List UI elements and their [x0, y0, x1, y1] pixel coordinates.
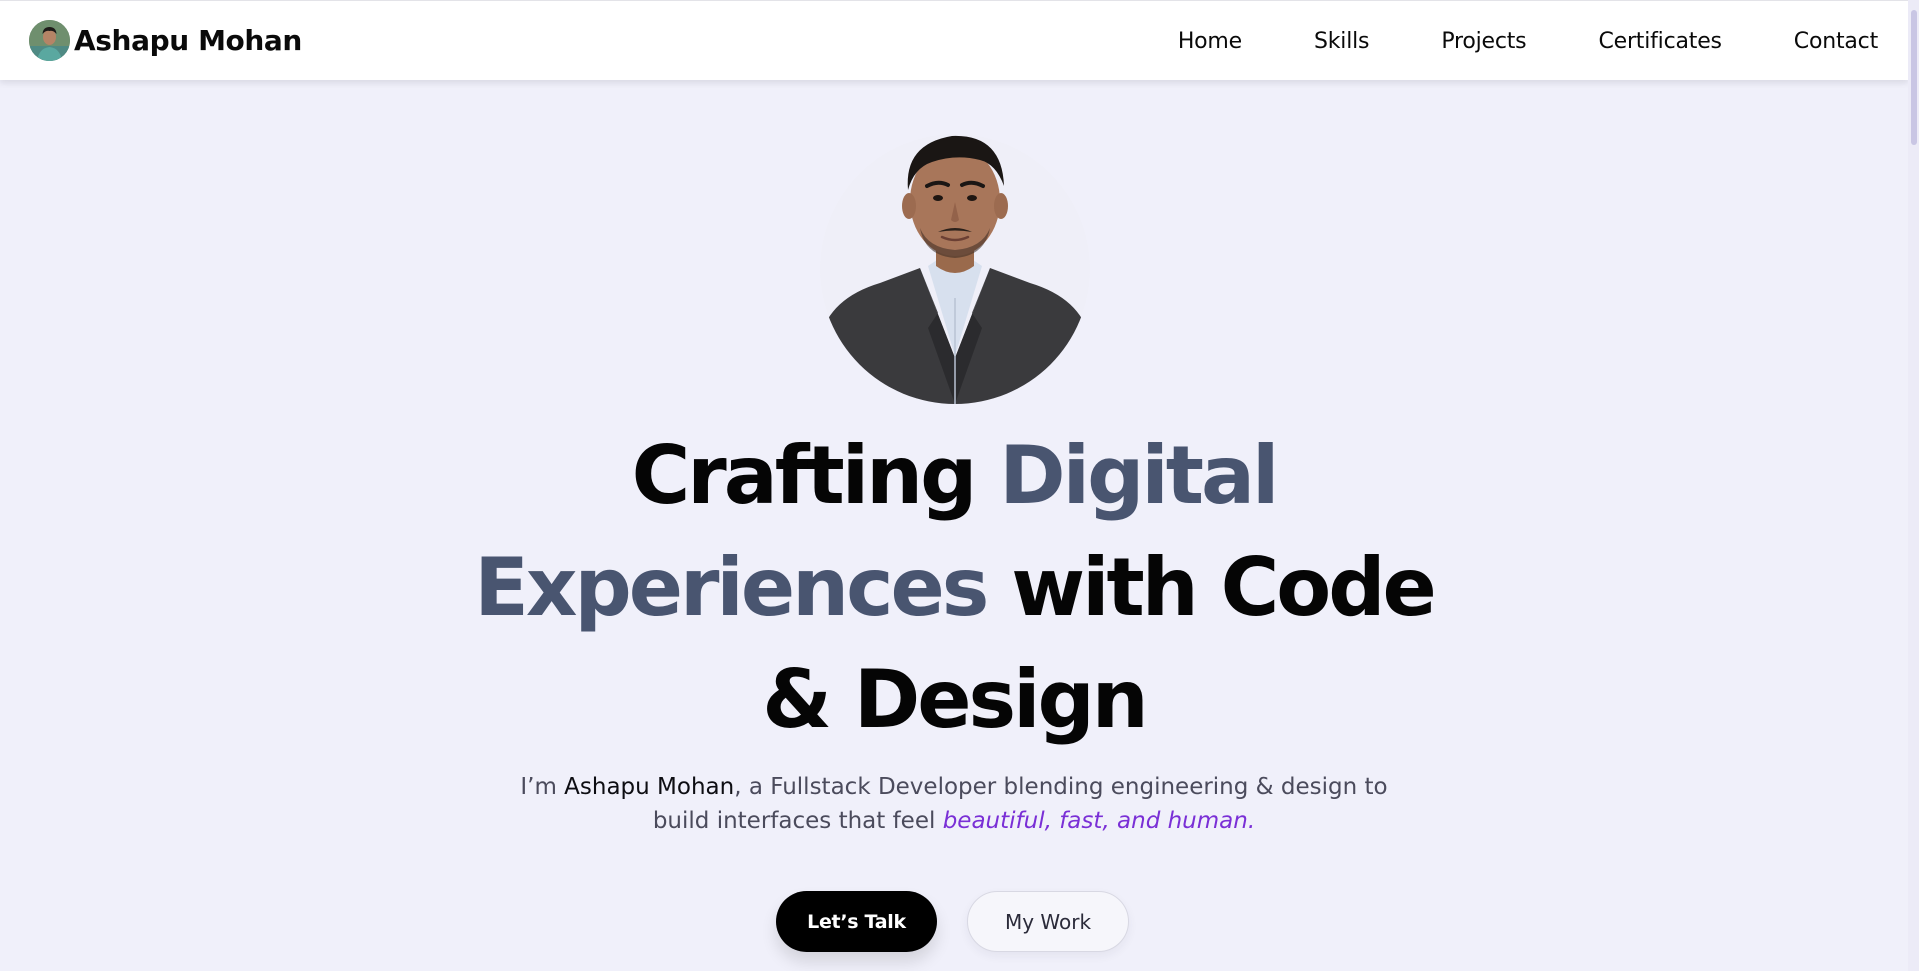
- nav-projects[interactable]: Projects: [1441, 29, 1526, 54]
- my-work-button[interactable]: My Work: [967, 891, 1129, 952]
- headline-part-1: Crafting: [631, 429, 1000, 522]
- cta-row: Let’s Talk My Work: [776, 891, 1129, 952]
- hero-headline: Crafting Digital Experiences with Code &…: [454, 420, 1454, 756]
- avatar-photo-icon: [29, 20, 70, 61]
- top-navbar: Ashapu Mohan Home Skills Projects Certif…: [0, 0, 1908, 80]
- brand-name: Ashapu Mohan: [74, 24, 302, 57]
- hero-intro: I’m Ashapu Mohan, a Fullstack Developer …: [500, 770, 1408, 838]
- nav-skills[interactable]: Skills: [1314, 29, 1370, 54]
- profile-portrait: [820, 98, 1090, 404]
- portrait-photo-icon: [820, 134, 1090, 404]
- scrollbar-thumb[interactable]: [1911, 10, 1917, 145]
- intro-suffix: .: [1247, 808, 1256, 834]
- hero-section: Crafting Digital Experiences with Code &…: [0, 80, 1908, 971]
- lets-talk-button[interactable]: Let’s Talk: [776, 891, 937, 952]
- nav-home[interactable]: Home: [1178, 29, 1242, 54]
- brand-avatar: [29, 20, 70, 61]
- page-scrollbar[interactable]: [1908, 0, 1919, 971]
- main-nav: Home Skills Projects Certificates Contac…: [1178, 1, 1878, 81]
- intro-prefix: I’m: [520, 774, 565, 800]
- brand[interactable]: Ashapu Mohan: [29, 20, 302, 61]
- page: Ashapu Mohan Home Skills Projects Certif…: [0, 0, 1919, 971]
- intro-name: Ashapu Mohan: [564, 774, 735, 800]
- nav-certificates[interactable]: Certificates: [1598, 29, 1722, 54]
- intro-highlight: beautiful, fast, and human: [942, 808, 1248, 834]
- nav-contact[interactable]: Contact: [1794, 29, 1878, 54]
